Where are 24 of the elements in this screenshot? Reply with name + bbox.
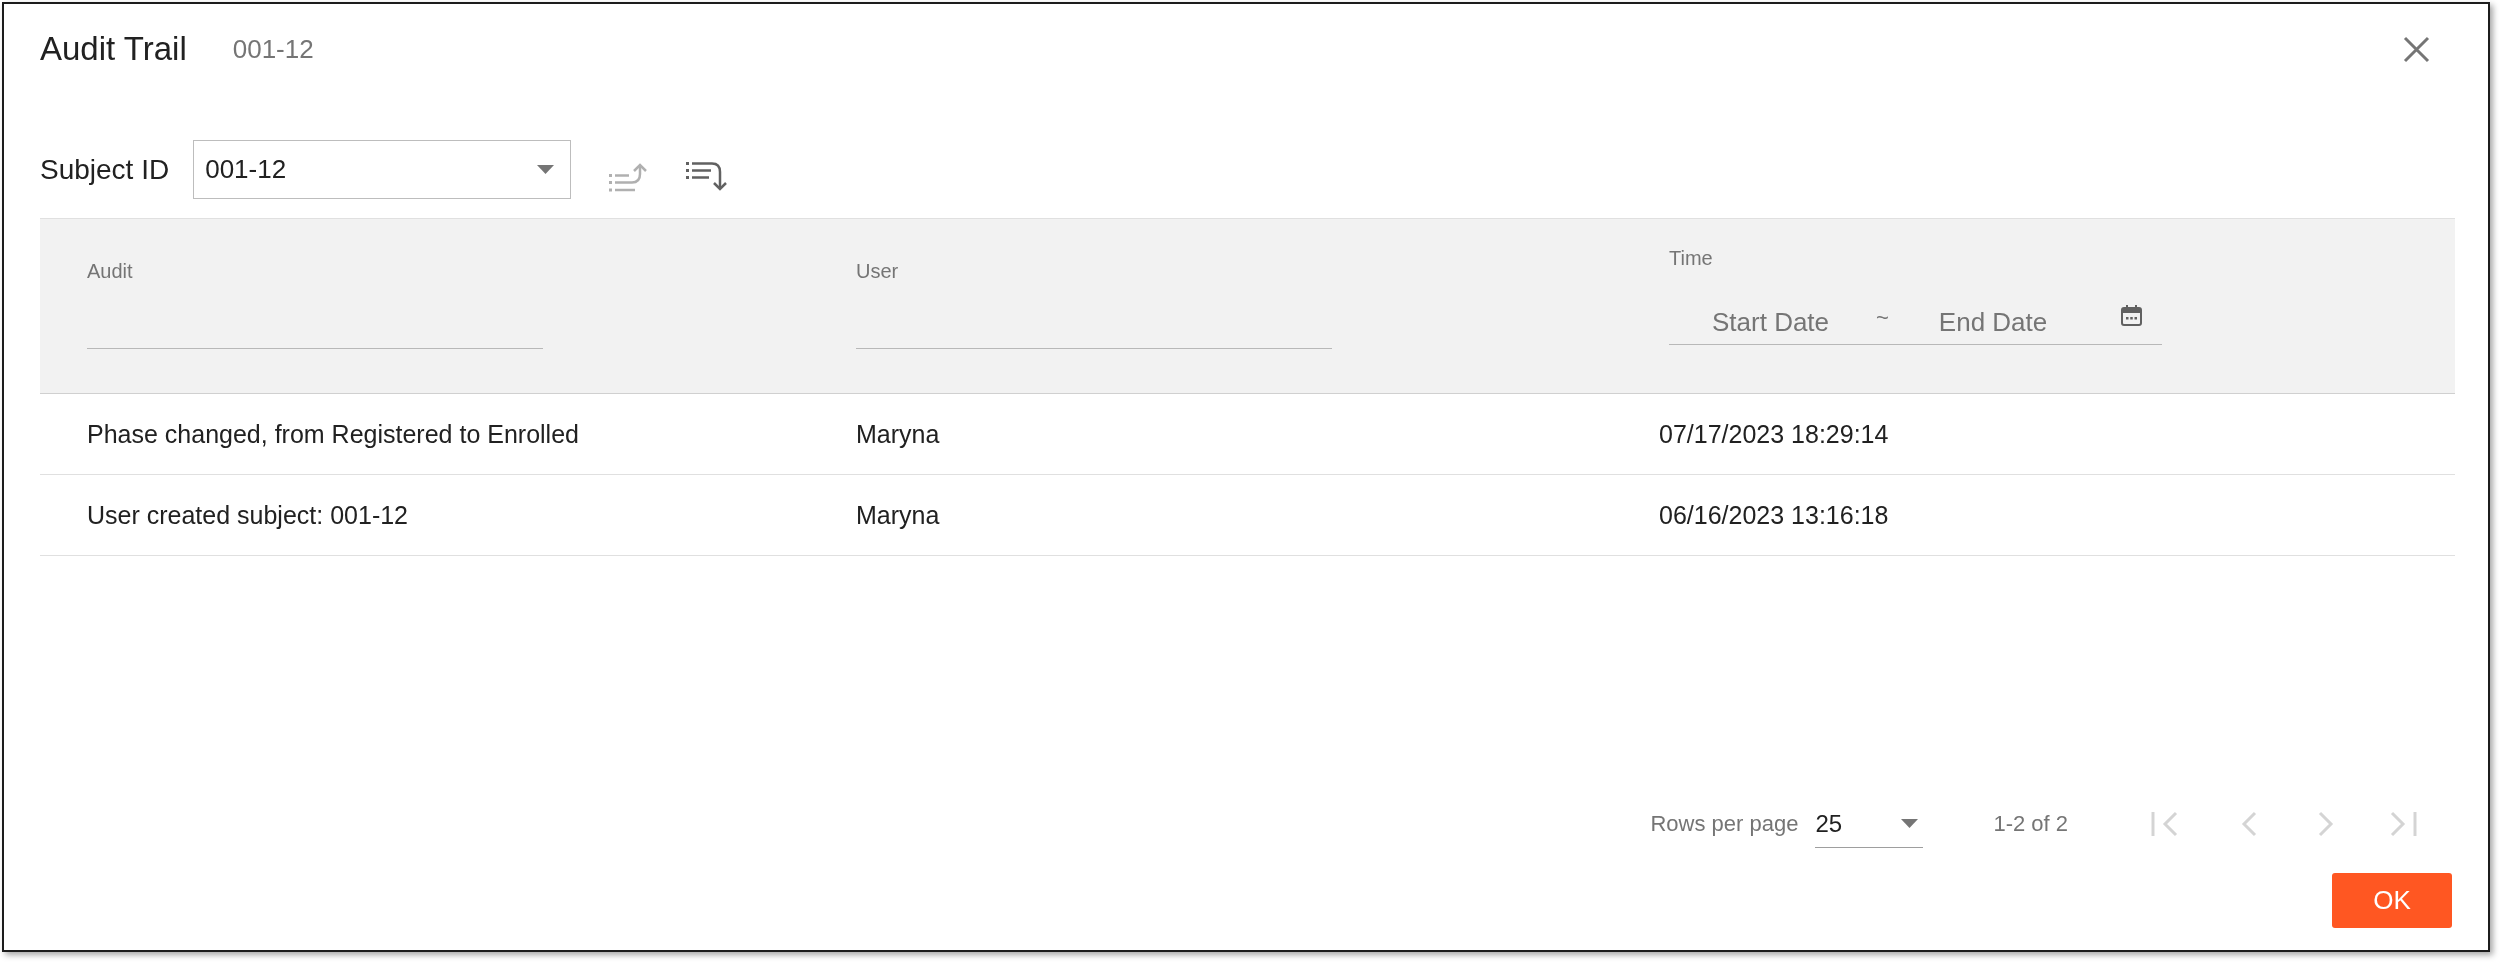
column-header: Time xyxy=(1669,246,1713,270)
table-cell: Phase changed, from Registered to Enrolled xyxy=(87,419,579,449)
end-date-input[interactable]: End Date xyxy=(1938,306,2089,339)
caret-icon[interactable] xyxy=(1901,819,1919,828)
caret-icon[interactable] xyxy=(537,165,555,174)
column-header: User xyxy=(856,259,899,283)
table-cell: 06/16/2023 13:16:18 xyxy=(1659,500,1889,530)
column-header: Audit xyxy=(87,259,133,283)
start-date-input[interactable]: Start Date xyxy=(1712,306,1862,339)
date-range-field[interactable]: Start Date ~ End Date xyxy=(1669,301,2162,345)
table-cell: 07/17/2023 18:29:14 xyxy=(1659,419,1889,449)
subject-select[interactable]: 001-12 xyxy=(193,140,572,199)
close-icon[interactable] xyxy=(2403,35,2430,63)
range-separator: ~ xyxy=(1876,304,1889,331)
table-cell: Maryna xyxy=(856,419,940,449)
subject-id-label: Subject ID xyxy=(40,153,170,186)
rows-per-page-select[interactable]: 25 xyxy=(1815,800,1924,848)
calendar-icon[interactable] xyxy=(2118,303,2144,328)
table-cell: User created subject: 001-12 xyxy=(87,500,408,530)
dialog-title: Audit Trail xyxy=(40,30,187,68)
rows-per-page-label: Rows per page xyxy=(1650,811,1799,837)
table-cell: Maryna xyxy=(856,500,940,530)
dialog-subtitle: 001-12 xyxy=(232,33,314,65)
page-range-text: 1-2 of 2 xyxy=(1993,811,2068,837)
